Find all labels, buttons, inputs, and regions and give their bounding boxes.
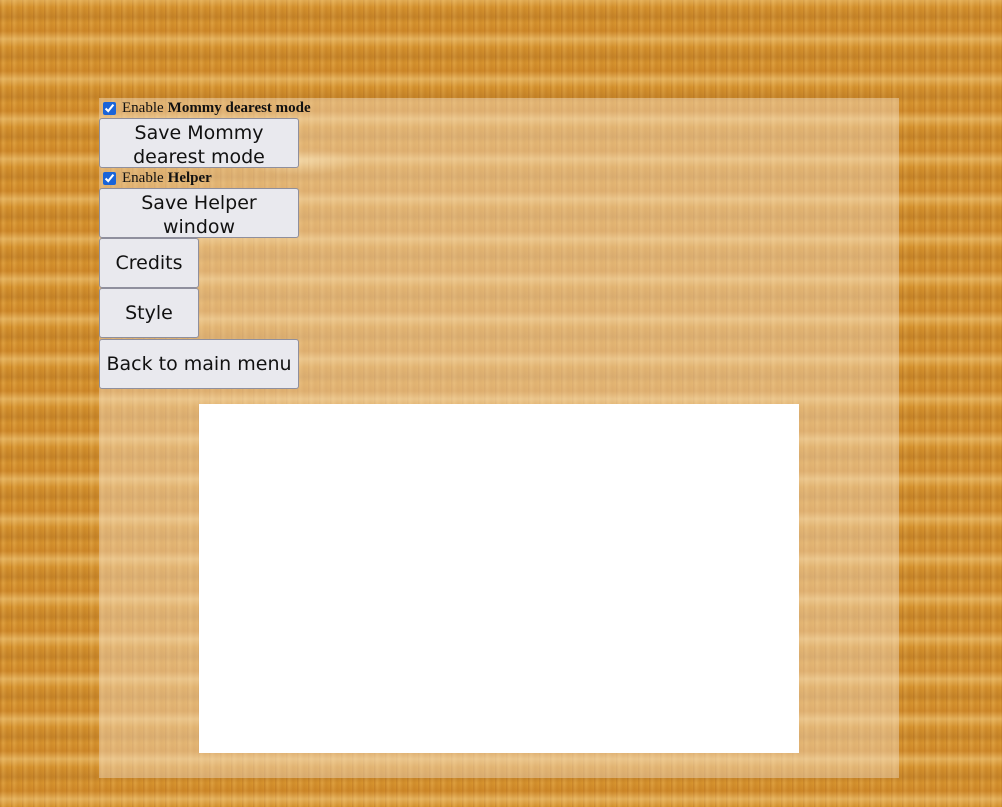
enable-mommy-dearest-label: Mommy dearest mode: [167, 99, 311, 116]
save-helper-window-button[interactable]: Save Helper window: [99, 188, 299, 238]
save-mommy-dearest-button[interactable]: Save Mommy dearest mode: [99, 118, 299, 168]
enable-mommy-dearest-prefix: Enable: [122, 99, 164, 116]
credits-button[interactable]: Credits: [99, 238, 199, 288]
back-to-main-menu-button[interactable]: Back to main menu: [99, 339, 299, 389]
style-button[interactable]: Style: [99, 288, 199, 338]
enable-mommy-dearest-row[interactable]: Enable Mommy dearest mode: [103, 100, 311, 116]
settings-panel: Enable Mommy dearest mode Save Mommy dea…: [99, 98, 899, 778]
enable-helper-row[interactable]: Enable Helper: [103, 170, 212, 186]
enable-helper-checkbox[interactable]: [103, 171, 116, 185]
enable-mommy-dearest-checkbox[interactable]: [103, 101, 116, 115]
preview-canvas: [199, 404, 799, 753]
enable-helper-label: Helper: [167, 169, 212, 186]
enable-helper-prefix: Enable: [122, 169, 164, 186]
